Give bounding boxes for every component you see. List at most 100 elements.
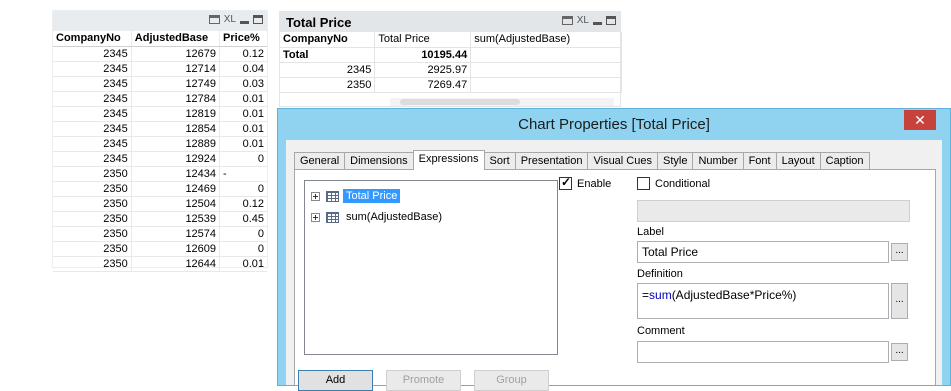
price-pct-cell: 0.45 [219, 211, 267, 227]
adjustedbase-cell: 12539 [131, 211, 221, 227]
table-row: 2350 7269.47 [280, 77, 622, 93]
sum-cell [470, 77, 622, 93]
price-pct-cell: 0.03 [219, 76, 267, 92]
column-header-companyno[interactable]: CompanyNo [53, 31, 132, 47]
expression-tree[interactable]: Total Price sum(AdjustedBase) [304, 180, 558, 355]
column-header-companyno[interactable]: CompanyNo [280, 32, 376, 48]
table-header-row: CompanyNo AdjustedBase Price% [53, 31, 267, 47]
checkbox-unchecked-icon[interactable] [637, 177, 650, 190]
printer-icon[interactable] [561, 16, 573, 25]
label-caption: Label [637, 226, 664, 238]
expand-icon[interactable] [311, 191, 320, 201]
table-row: 2350 12574 0 [53, 226, 267, 242]
table-row: 2350 12469 0 [53, 181, 267, 197]
chart-title: Total Price [286, 15, 352, 30]
enable-checkbox[interactable]: Enable [559, 175, 611, 190]
companyno-cell: 2350 [53, 211, 132, 227]
horizontal-scrollbar[interactable] [390, 98, 614, 106]
column-header-total-price[interactable]: Total Price [374, 32, 472, 48]
price-pct-cell: 0.01 [219, 91, 267, 107]
maximize-icon[interactable] [606, 16, 616, 25]
tab-dimensions[interactable]: Dimensions [344, 152, 414, 170]
adjustedbase-cell: 12749 [131, 76, 221, 92]
column-header-sum-adjustedbase[interactable]: sum(AdjustedBase) [470, 32, 622, 48]
tab-font[interactable]: Font [742, 152, 777, 170]
adjustedbase-cell: 12644 [131, 256, 221, 272]
conditional-checkbox[interactable]: Conditional [637, 177, 710, 190]
price-pct-cell: 0 [219, 241, 267, 257]
tree-item-total-price[interactable]: Total Price [311, 187, 401, 205]
table-row: 2350 12644 0.01 [53, 256, 267, 272]
total-sum-cell [470, 47, 622, 63]
tab-general[interactable]: General [294, 152, 346, 170]
adjustedbase-cell: 12434 [131, 166, 221, 182]
table-row: 2345 12889 0.01 [53, 136, 267, 152]
group-button[interactable]: Group [474, 370, 549, 391]
definition-caption: Definition [637, 268, 683, 280]
data-table: CompanyNo AdjustedBase Price% 2345 12679 0… [53, 31, 267, 272]
price-pct-cell: 0.04 [219, 61, 267, 77]
tab-number[interactable]: Number [692, 152, 744, 170]
companyno-cell: 2345 [53, 121, 132, 137]
adjustedbase-cell: 12854 [131, 121, 221, 137]
adjustedbase-cell: 12609 [131, 241, 221, 257]
companyno-cell: 2350 [53, 226, 132, 242]
table-row: 2350 12504 0.12 [53, 196, 267, 212]
definition-input[interactable]: =sum(AdjustedBase*Price%) [637, 283, 889, 319]
column-header-price-pct[interactable]: Price% [219, 31, 267, 47]
total-row: Total 10195.44 [280, 47, 622, 63]
adjustedbase-cell: 12469 [131, 181, 221, 197]
tab-style[interactable]: Style [656, 152, 694, 170]
table-row: 2350 12539 0.45 [53, 211, 267, 227]
scrollbar-thumb[interactable] [400, 99, 520, 105]
price-pct-cell: 0 [219, 151, 267, 167]
tab-layout[interactable]: Layout [775, 152, 821, 170]
adjustedbase-cell: 12504 [131, 196, 221, 212]
conditional-label: Conditional [655, 177, 711, 190]
column-header-adjustedbase[interactable]: AdjustedBase [131, 31, 221, 47]
tree-item-label[interactable]: Total Price [343, 189, 401, 203]
promote-button[interactable]: Promote [386, 370, 461, 391]
minimize-icon[interactable] [593, 21, 602, 25]
label-ellipsis-button[interactable]: ... [891, 243, 908, 261]
definition-prefix: = [642, 288, 650, 302]
tab-presentation[interactable]: Presentation [514, 152, 589, 170]
minimize-icon[interactable] [240, 20, 249, 24]
expand-icon[interactable] [311, 212, 320, 222]
tree-item-label[interactable]: sum(AdjustedBase) [343, 210, 445, 224]
add-button[interactable]: Add [298, 370, 373, 391]
table-header-row: CompanyNo Total Price sum(AdjustedBase) [280, 32, 622, 48]
tab-visual-cues[interactable]: Visual Cues [587, 152, 658, 170]
printer-icon[interactable] [208, 15, 220, 24]
price-pct-cell: 0 [219, 181, 267, 197]
adjustedbase-cell: 12924 [131, 151, 221, 167]
companyno-cell: 2345 [53, 76, 132, 92]
price-pct-cell: 0.01 [219, 256, 267, 272]
label-input[interactable]: Total Price [637, 241, 889, 263]
companyno-cell: 2345 [53, 61, 132, 77]
companyno-cell: 2345 [53, 91, 132, 107]
checkbox-checked-icon[interactable] [559, 175, 572, 190]
expressions-panel: Total Price sum(AdjustedBase) Enable Con… [294, 169, 936, 391]
table-row: 2345 2925.97 [280, 62, 622, 78]
tree-item-sum-adjustedbase[interactable]: sum(AdjustedBase) [311, 208, 445, 226]
chart-properties-dialog: Chart Properties [Total Price] ✕ General… [277, 108, 951, 391]
excel-export-icon[interactable]: XL [224, 14, 236, 25]
close-button[interactable]: ✕ [904, 110, 936, 130]
excel-export-icon[interactable]: XL [577, 15, 589, 26]
companyno-cell: 2350 [53, 181, 132, 197]
tab-expressions[interactable]: Expressions [412, 150, 485, 170]
price-pct-cell: 0 [219, 226, 267, 242]
companyno-cell: 2345 [53, 106, 132, 122]
price-pct-cell: 0.12 [219, 46, 267, 62]
definition-function: sum [649, 288, 672, 302]
companyno-cell: 2345 [53, 151, 132, 167]
tab-sort[interactable]: Sort [483, 152, 516, 170]
tab-caption[interactable]: Caption [819, 152, 870, 170]
maximize-icon[interactable] [253, 15, 263, 24]
comment-ellipsis-button[interactable]: ... [891, 343, 908, 361]
comment-input[interactable] [637, 341, 889, 363]
definition-args: (AdjustedBase*Price%) [671, 288, 797, 302]
companyno-cell: 2350 [53, 256, 132, 272]
definition-ellipsis-button[interactable]: ... [891, 283, 908, 319]
